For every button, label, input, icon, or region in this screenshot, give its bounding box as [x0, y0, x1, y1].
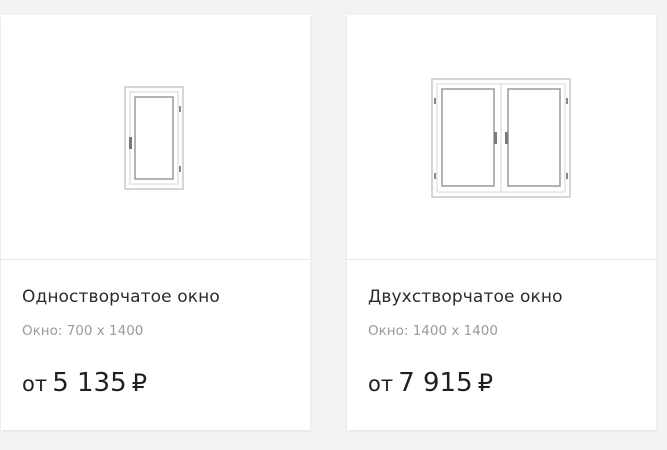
price-amount: 5 135	[52, 368, 127, 398]
card-divider	[1, 259, 310, 260]
card-divider	[347, 259, 656, 260]
product-title[interactable]: Двухстворчатое окно	[368, 287, 563, 307]
product-image-area[interactable]	[347, 15, 656, 259]
price-amount: 7 915	[398, 368, 473, 398]
product-price: от 5 135 ₽	[22, 368, 147, 398]
product-card-single-sash[interactable]: Одностворчатое окно Окно: 700 x 1400 от …	[1, 15, 310, 430]
product-title[interactable]: Одностворчатое окно	[22, 287, 220, 307]
product-card-double-sash[interactable]: Двухстворчатое окно Окно: 1400 x 1400 от…	[347, 15, 656, 430]
product-size: Окно: 700 x 1400	[22, 323, 144, 339]
single-sash-window-icon	[124, 86, 184, 190]
price-prefix: от	[368, 372, 394, 396]
currency-symbol: ₽	[131, 369, 147, 397]
double-sash-window-icon	[431, 78, 571, 198]
product-image-area[interactable]	[1, 15, 310, 259]
product-size: Окно: 1400 x 1400	[368, 323, 498, 339]
product-price: от 7 915 ₽	[368, 368, 493, 398]
price-prefix: от	[22, 372, 48, 396]
currency-symbol: ₽	[477, 369, 493, 397]
